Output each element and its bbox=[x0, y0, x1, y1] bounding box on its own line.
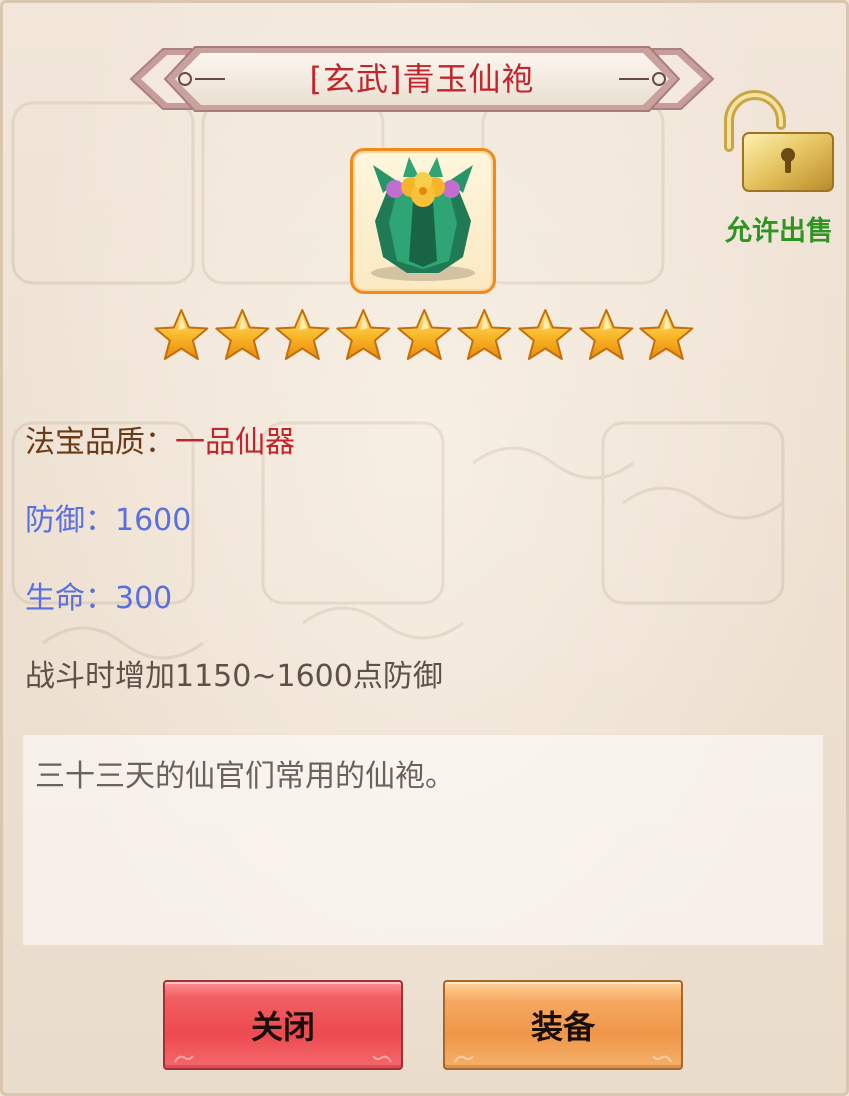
scroll-ornament-icon bbox=[174, 1055, 194, 1063]
star-icon bbox=[275, 309, 330, 360]
star-icon bbox=[336, 309, 391, 360]
scroll-ornament-icon bbox=[454, 1055, 474, 1063]
item-detail-panel: [玄武]青玉仙袍 允许出售 法宝品质：一品仙器 防御：1600 生命：300 战… bbox=[0, 0, 849, 1096]
quality-line: 法宝品质：一品仙器 bbox=[25, 417, 295, 461]
title-plaque: [玄武]青玉仙袍 bbox=[129, 43, 715, 115]
description-text: 三十三天的仙官们常用的仙袍。 bbox=[35, 759, 455, 794]
star-icon bbox=[215, 309, 270, 360]
green-robe-icon bbox=[371, 157, 475, 281]
description-box: 三十三天的仙官们常用的仙袍。 bbox=[23, 735, 823, 945]
star-icon bbox=[457, 309, 512, 360]
star-icon bbox=[579, 309, 634, 360]
close-button-label: 关闭 bbox=[250, 1008, 315, 1046]
defense-stat: 防御：1600 bbox=[25, 503, 192, 538]
quality-label: 法宝品质： bbox=[25, 425, 175, 460]
star-icon bbox=[397, 309, 452, 360]
star-icon bbox=[154, 309, 209, 360]
unlocked-padlock-icon[interactable] bbox=[715, 87, 839, 197]
equip-button[interactable]: 装备 bbox=[443, 980, 683, 1070]
scroll-ornament-icon bbox=[652, 1055, 672, 1063]
effect-text: 战斗时增加1150~1600点防御 bbox=[25, 659, 443, 694]
star-icon bbox=[639, 309, 694, 360]
scroll-ornament-icon bbox=[372, 1055, 392, 1063]
allow-sale-label[interactable]: 允许出售 bbox=[709, 209, 846, 248]
life-stat: 生命：300 bbox=[25, 581, 173, 616]
close-button[interactable]: 关闭 bbox=[163, 980, 403, 1070]
star-icon bbox=[518, 309, 573, 360]
item-icon-frame bbox=[350, 148, 496, 294]
star-rating bbox=[151, 306, 697, 366]
quality-value: 一品仙器 bbox=[175, 425, 295, 460]
equip-button-label: 装备 bbox=[530, 1008, 595, 1046]
item-title: [玄武]青玉仙袍 bbox=[309, 60, 535, 98]
